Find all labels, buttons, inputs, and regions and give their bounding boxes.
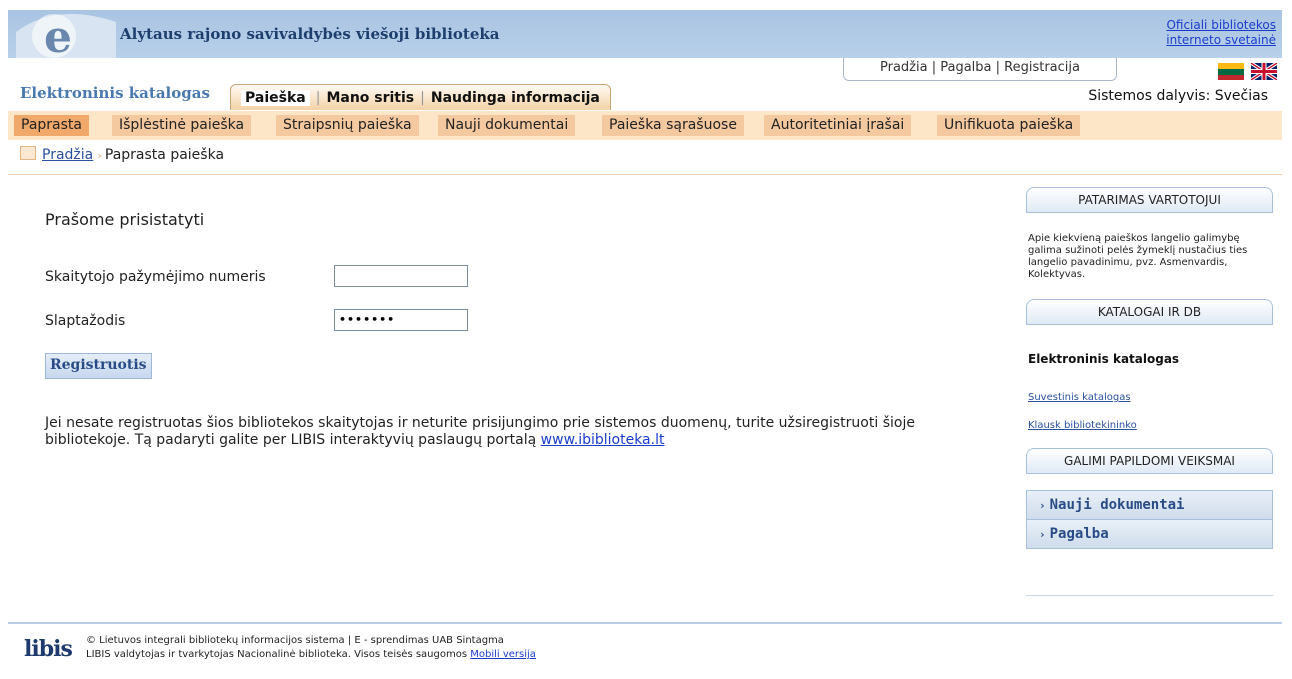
english-flag-icon[interactable]	[1251, 63, 1278, 80]
password-input[interactable]: •••••••	[334, 309, 468, 331]
submenu-list-search[interactable]: Paieška sąrašuose	[602, 115, 744, 136]
util-nav: Pradžia | Pagalba | Registracija	[843, 58, 1117, 81]
action-new-documents-label: Nauji dokumentai	[1049, 497, 1185, 513]
util-home-link[interactable]: Pradžia	[880, 60, 928, 75]
library-logo-icon: e	[16, 12, 116, 58]
tip-box-header: PATARIMAS VARTOTOJUI	[1026, 187, 1273, 213]
registration-info-text: Jei nesate registruotas šios bibliotekos…	[45, 415, 915, 448]
submenu-article-search[interactable]: Straipsnių paieška	[276, 115, 419, 136]
main-tabs: Paieška | Mano sritis | Naudinga informacija	[230, 84, 611, 110]
catalog-title: Elektroninis katalogas	[20, 84, 210, 102]
site-title: Alytaus rajono savivaldybės viešoji bibl…	[120, 25, 500, 43]
submenu-authority-records[interactable]: Autoritetiniai įrašai	[764, 115, 912, 136]
breadcrumb: Pradžia › Paprasta paieška	[20, 146, 224, 163]
ibiblioteka-link[interactable]: www.ibiblioteka.lt	[541, 432, 665, 448]
chevron-right-icon: ›	[1039, 528, 1046, 541]
submenu-unified-search[interactable]: Unifikuota paieška	[937, 115, 1081, 136]
ask-librarian-link[interactable]: Klausk bibliotekininko	[1028, 420, 1137, 431]
action-help[interactable]: › Pagalba	[1026, 519, 1273, 549]
actions-box-header: GALIMI PAPILDOMI VEIKSMAI	[1026, 448, 1273, 474]
tab-useful-info[interactable]: Naudinga informacija	[431, 90, 600, 106]
password-label: Slaptažodis	[45, 313, 126, 329]
footer-owner: LIBIS valdytojas ir tvarkytojas Nacional…	[86, 649, 471, 660]
libis-logo: libis	[24, 636, 73, 662]
header-banner: e Alytaus rajono savivaldybės viešoji bi…	[8, 10, 1282, 58]
submenu-advanced-search[interactable]: Išplėstinė paieška	[112, 115, 252, 136]
search-submenu: Paprasta Išplėstinė paieška Straipsnių p…	[8, 111, 1282, 140]
register-button[interactable]: Registruotis	[45, 353, 152, 379]
footer-divider	[8, 622, 1282, 624]
mobile-version-link[interactable]: Mobili versija	[470, 649, 536, 660]
util-help-link[interactable]: Pagalba	[940, 60, 991, 75]
union-catalog-link[interactable]: Suvestinis katalogas	[1028, 392, 1131, 403]
footer-copyright: © Lietuvos integrali bibliotekų informac…	[86, 635, 504, 646]
tab-my-area[interactable]: Mano sritis	[326, 90, 414, 106]
catalogs-box-header: KATALOGAI IR DB	[1026, 299, 1273, 325]
breadcrumb-separator: ›	[97, 151, 105, 162]
page-frame: e Alytaus rajono savivaldybės viešoji bi…	[8, 10, 1282, 679]
tip-text: Apie kiekvieną paieškos langelio galimyb…	[1028, 233, 1248, 280]
current-catalog: Elektroninis katalogas	[1028, 352, 1180, 366]
lithuanian-flag-icon[interactable]	[1218, 63, 1244, 80]
tab-search[interactable]: Paieška	[241, 90, 310, 106]
language-flags	[1216, 63, 1278, 82]
tab-separator: |	[315, 90, 321, 106]
card-number-label: Skaitytojo pažymėjimo numeris	[45, 269, 266, 285]
util-separator: |	[995, 60, 1005, 75]
home-icon	[20, 146, 36, 160]
chevron-right-icon: ›	[1039, 499, 1046, 512]
login-heading: Prašome prisistatyti	[45, 210, 205, 229]
divider	[8, 174, 1282, 175]
breadcrumb-current: Paprasta paieška	[104, 147, 225, 163]
footer-text: © Lietuvos integrali bibliotekų informac…	[86, 634, 536, 662]
card-number-input[interactable]	[334, 265, 468, 287]
participant-status: Sistemos dalyvis: Svečias	[1088, 88, 1268, 104]
registration-info: Jei nesate registruotas šios bibliotekos…	[45, 415, 985, 449]
action-help-label: Pagalba	[1049, 526, 1109, 542]
tab-separator: |	[420, 90, 425, 106]
util-register-link[interactable]: Registracija	[1004, 60, 1080, 75]
action-new-documents[interactable]: › Nauji dokumentai	[1026, 490, 1273, 520]
official-website-link[interactable]: Oficiali bibliotekos interneto svetainė	[1166, 18, 1276, 48]
submenu-simple[interactable]: Paprasta	[14, 115, 89, 136]
svg-text:e: e	[44, 12, 72, 58]
official-link-line1[interactable]: Oficiali bibliotekos	[1166, 18, 1276, 32]
right-sidebar: PATARIMAS VARTOTOJUI Apie kiekvieną paie…	[1026, 185, 1273, 596]
breadcrumb-home-link[interactable]: Pradžia	[42, 147, 93, 163]
official-link-line2[interactable]: interneto svetainė	[1166, 33, 1276, 47]
util-separator: |	[931, 60, 941, 75]
submenu-new-documents[interactable]: Nauji dokumentai	[438, 115, 576, 136]
